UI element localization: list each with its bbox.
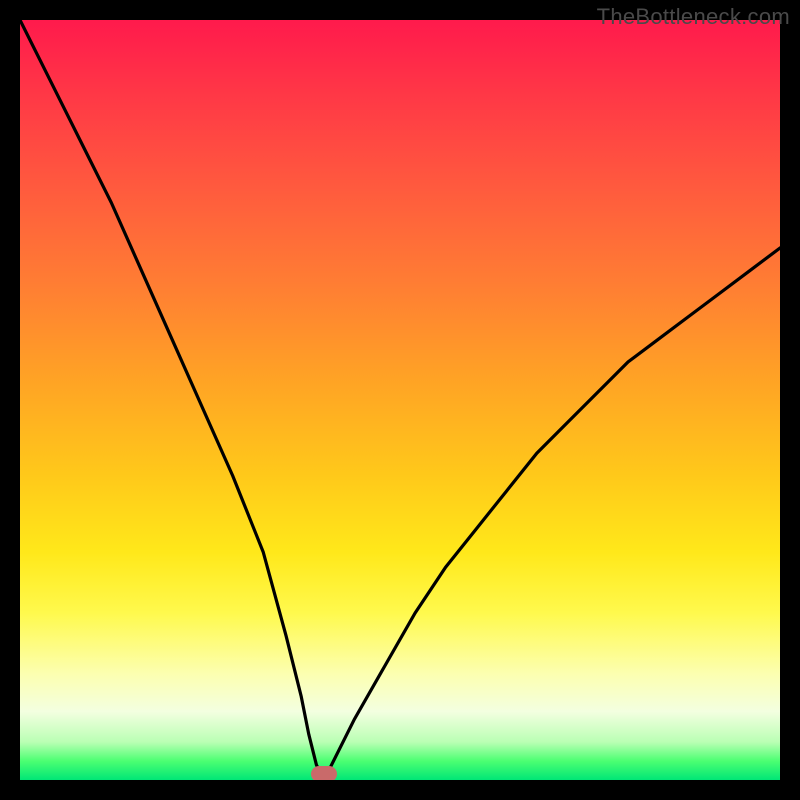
watermark-text: TheBottleneck.com bbox=[597, 4, 790, 30]
chart-frame bbox=[20, 20, 780, 780]
bottleneck-marker bbox=[311, 766, 337, 780]
chart-gradient-background bbox=[20, 20, 780, 780]
